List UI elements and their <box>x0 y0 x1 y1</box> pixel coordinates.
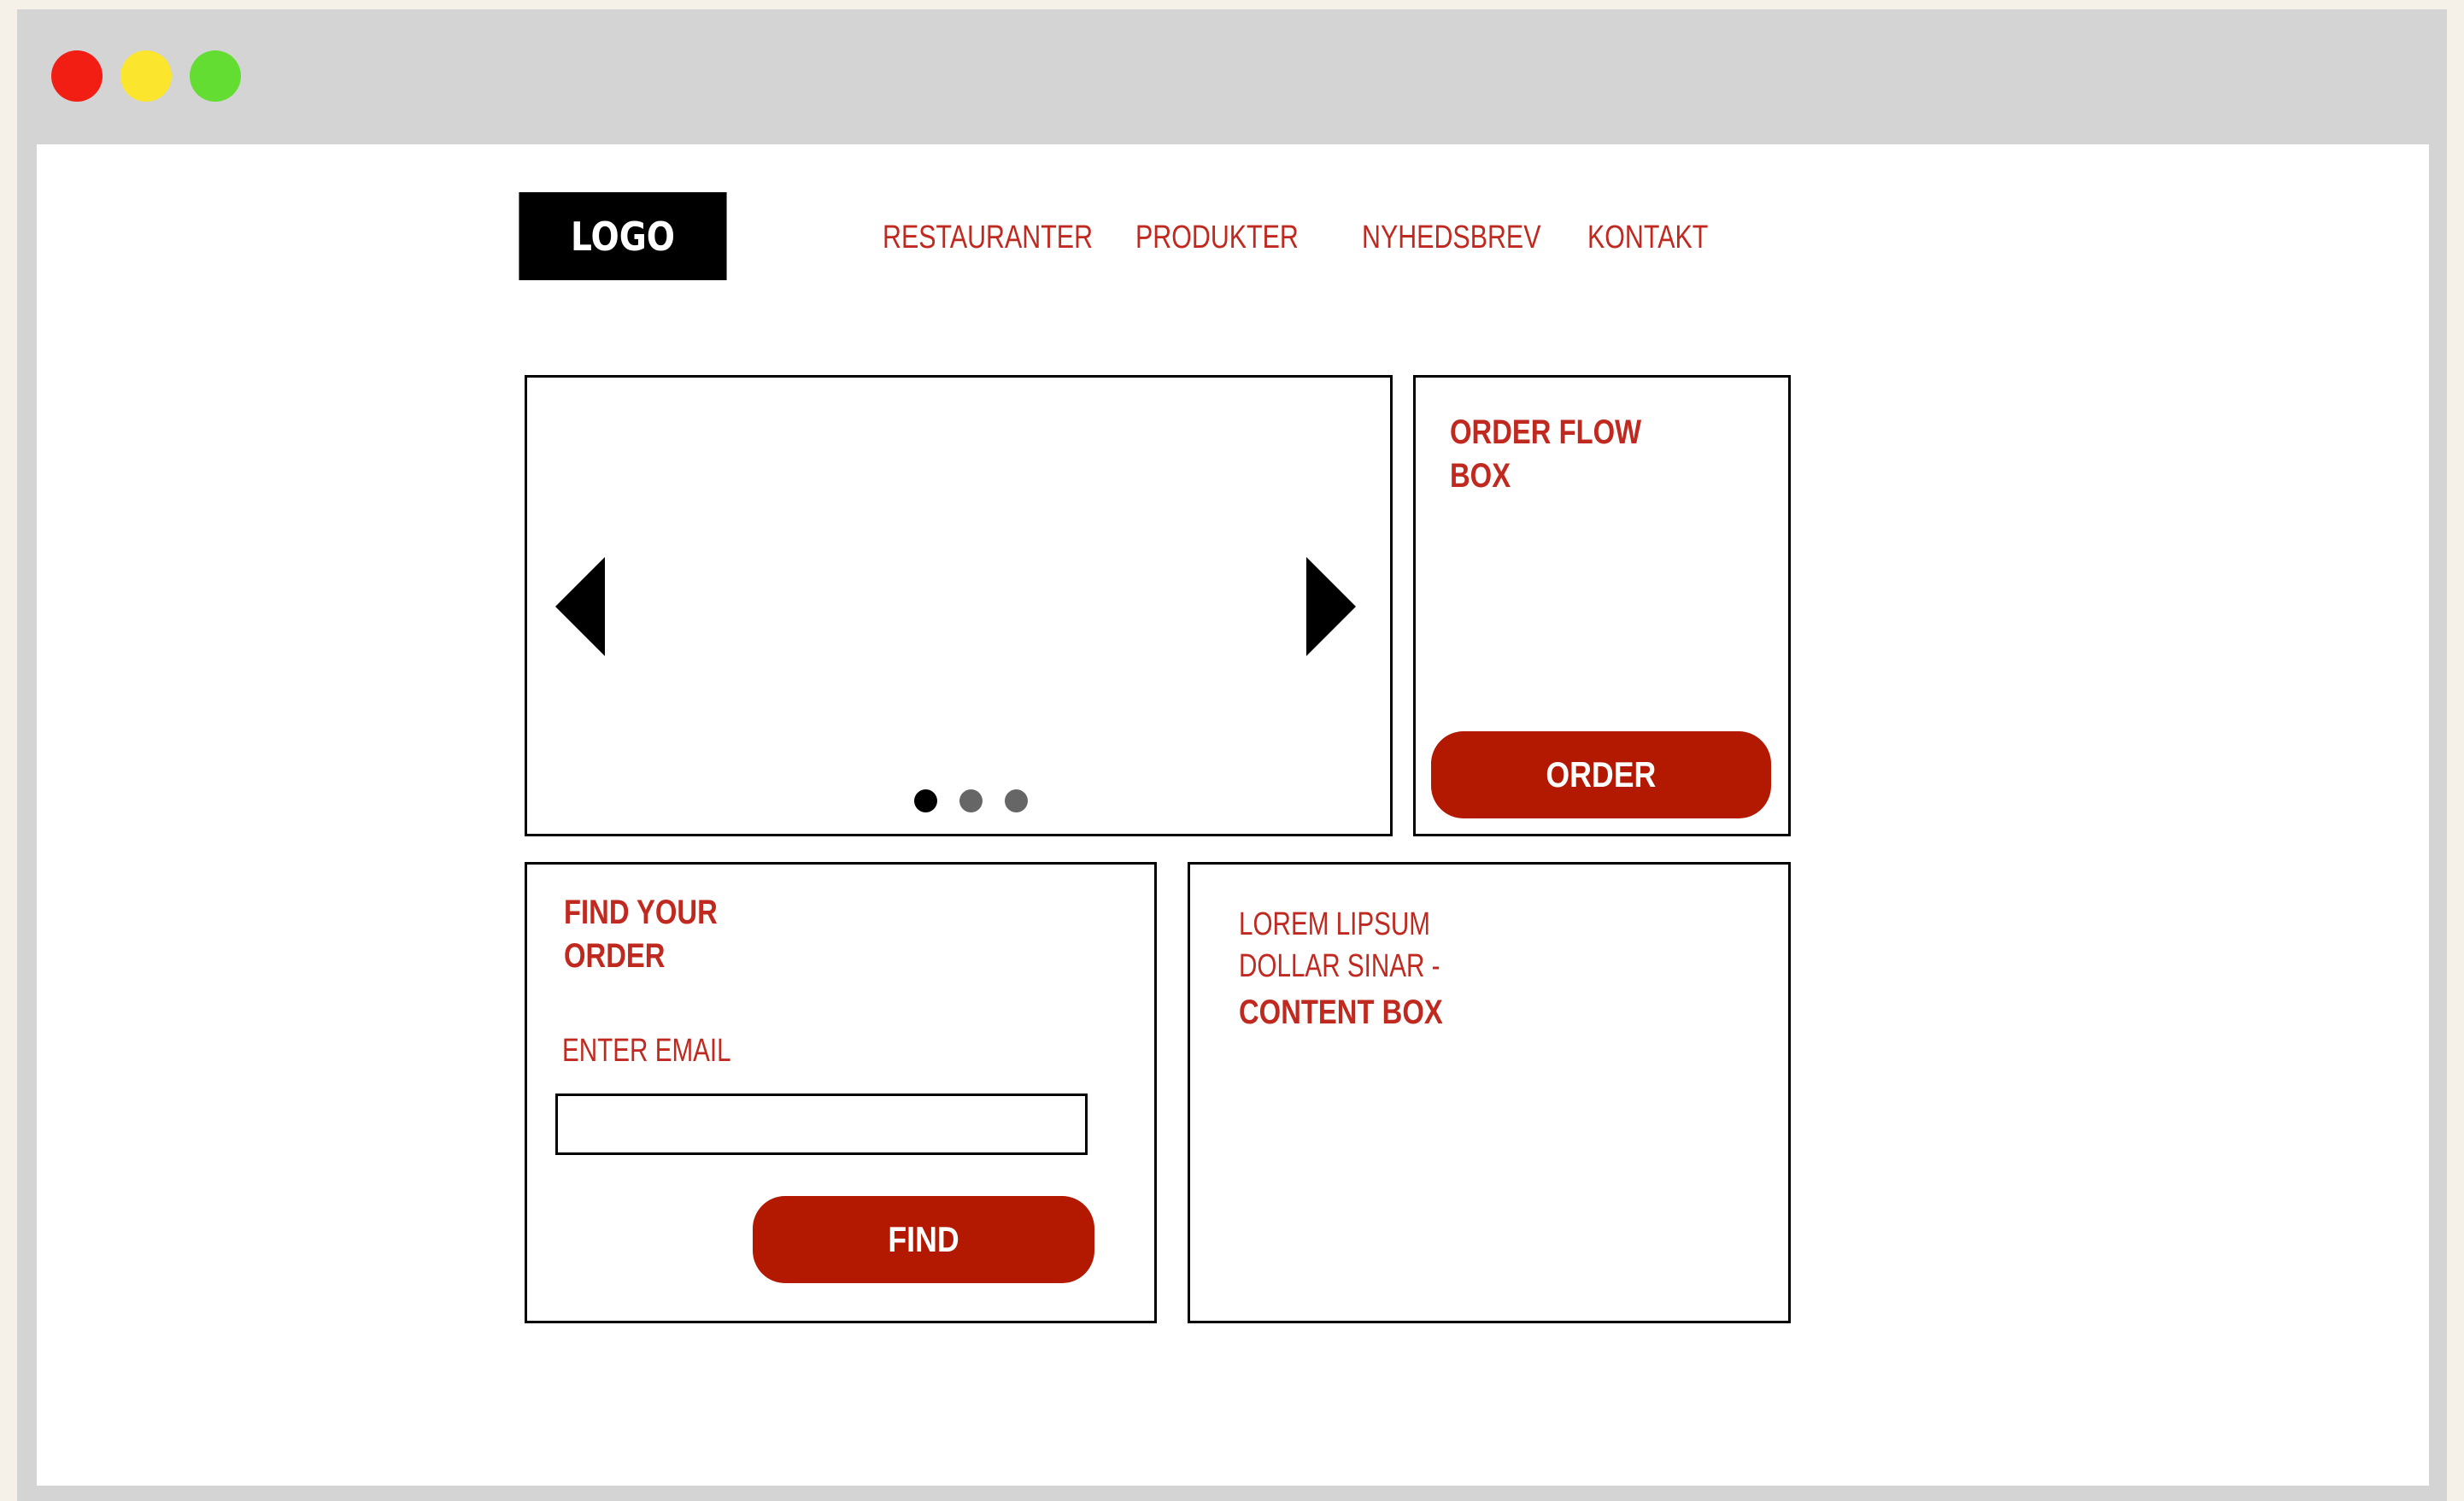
page-viewport: LOGO RESTAURANTER PRODUKTER NYHEDSBREV K… <box>37 144 2429 1486</box>
slider-dot-1[interactable] <box>914 789 937 812</box>
nav-link-restauranter[interactable]: RESTAURANTER <box>883 218 1093 257</box>
email-label: ENTER EMAIL <box>562 1033 731 1069</box>
maximize-window-icon[interactable] <box>190 50 241 102</box>
nav-link-kontakt[interactable]: KONTAKT <box>1587 218 1708 257</box>
order-flow-box: ORDER FLOW BOX ORDER <box>1413 375 1791 836</box>
order-button-label: ORDER <box>1546 754 1657 794</box>
find-order-title-line1: FIND YOUR <box>564 894 718 931</box>
logo[interactable]: LOGO <box>519 192 727 280</box>
nav-link-nyhedsbrev[interactable]: NYHEDSBREV <box>1362 218 1540 257</box>
minimize-window-icon[interactable] <box>120 50 172 102</box>
find-button[interactable]: FIND <box>753 1196 1094 1283</box>
browser-window: LOGO RESTAURANTER PRODUKTER NYHEDSBREV K… <box>17 9 2447 1501</box>
order-flow-title-line2: BOX <box>1450 457 1511 495</box>
slider-dot-2[interactable] <box>959 789 983 812</box>
nav-link-produkter[interactable]: PRODUKTER <box>1135 218 1299 257</box>
arrow-left-icon[interactable] <box>555 557 605 656</box>
order-flow-title-line1: ORDER FLOW <box>1450 413 1642 451</box>
close-window-icon[interactable] <box>51 50 103 102</box>
find-order-box: FIND YOUR ORDER ENTER EMAIL FIND <box>525 862 1157 1323</box>
content-box: LOREM LIPSUM DOLLAR SINAR - CONTENT BOX <box>1188 862 1791 1323</box>
content-box-line1: LOREM LIPSUM <box>1239 906 1430 942</box>
image-slider <box>525 375 1393 836</box>
email-input[interactable] <box>555 1094 1088 1155</box>
find-button-label: FIND <box>888 1219 959 1259</box>
content-box-line2: DOLLAR SINAR - <box>1239 948 1440 984</box>
order-button[interactable]: ORDER <box>1431 731 1771 818</box>
find-order-title-line2: ORDER <box>564 937 666 975</box>
arrow-right-icon[interactable] <box>1306 557 1356 656</box>
content-box-title: CONTENT BOX <box>1239 994 1443 1031</box>
slider-dot-3[interactable] <box>1005 789 1028 812</box>
